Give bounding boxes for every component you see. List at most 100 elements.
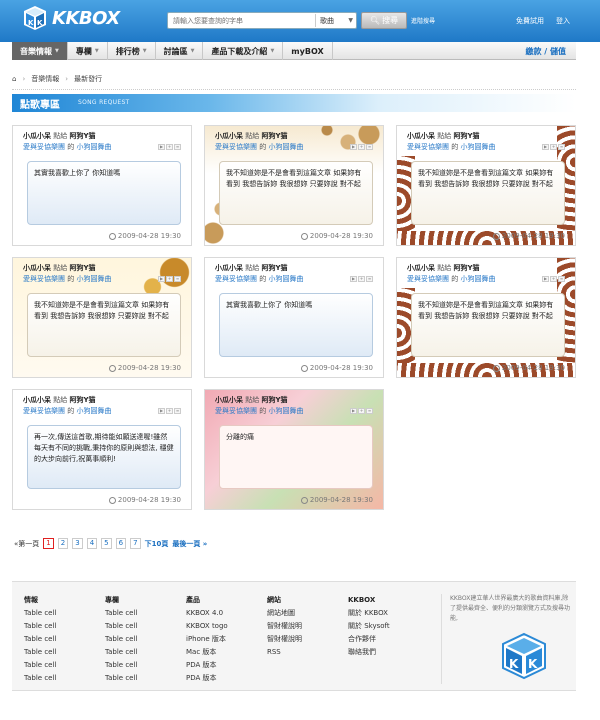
recipient-name[interactable]: 阿狗Y猫: [69, 132, 95, 140]
song-link[interactable]: 小狗圓舞曲: [76, 407, 111, 415]
recipient-name[interactable]: 阿狗Y猫: [453, 264, 479, 272]
footer-link[interactable]: Table cell: [105, 607, 137, 620]
song-link[interactable]: 小狗圓舞曲: [76, 143, 111, 151]
share-icon[interactable]: ≡: [174, 144, 181, 150]
search-button[interactable]: 🔍︎ 搜尋: [361, 12, 407, 29]
recipient-name[interactable]: 阿狗Y猫: [261, 132, 287, 140]
footer-link[interactable]: 關於 Skysoft: [348, 620, 390, 633]
payment-link[interactable]: 繳款 / 儲值: [526, 46, 567, 57]
nav-item-forum[interactable]: 討論區 ▼: [156, 42, 204, 60]
first-page-link[interactable]: «第一頁: [14, 539, 39, 549]
add-icon[interactable]: +: [358, 144, 365, 150]
artist-link[interactable]: 愛與妥協樂團: [23, 275, 65, 283]
artist-link[interactable]: 愛與妥協樂團: [407, 275, 449, 283]
footer-link[interactable]: 關於 KKBOX: [348, 607, 390, 620]
footer-link[interactable]: Table cell: [24, 659, 56, 672]
page-number[interactable]: 6: [115, 538, 127, 549]
sender-name[interactable]: 小瓜小呆: [407, 264, 435, 272]
nav-item-music-info[interactable]: 音樂情報 ▼: [12, 42, 68, 60]
recipient-name[interactable]: 阿狗Y猫: [69, 264, 95, 272]
page-number[interactable]: 3: [72, 538, 83, 549]
footer-link[interactable]: RSS: [267, 646, 302, 659]
footer-link[interactable]: Table cell: [24, 646, 56, 659]
play-icon[interactable]: ▶: [158, 144, 165, 150]
footer-link[interactable]: Table cell: [105, 672, 137, 685]
footer-link[interactable]: PDA 版本: [186, 672, 228, 685]
footer-link[interactable]: PDA 版本: [186, 659, 228, 672]
footer-link[interactable]: Table cell: [24, 607, 56, 620]
play-icon[interactable]: ▶: [158, 408, 165, 414]
sender-name[interactable]: 小瓜小呆: [215, 132, 243, 140]
recipient-name[interactable]: 阿狗Y猫: [261, 264, 287, 272]
play-icon[interactable]: ▶: [158, 276, 165, 282]
advanced-search-link[interactable]: 進階搜尋: [411, 16, 435, 25]
footer-link[interactable]: 合作夥伴: [348, 633, 390, 646]
search-type-select[interactable]: 歌曲 ▼: [315, 14, 357, 27]
page-number[interactable]: 5: [101, 538, 112, 549]
sender-name[interactable]: 小瓜小呆: [215, 264, 243, 272]
artist-link[interactable]: 愛與妥協樂團: [23, 407, 65, 415]
footer-link[interactable]: 聯絡我們: [348, 646, 390, 659]
recipient-name[interactable]: 阿狗Y猫: [69, 396, 95, 404]
footer-link[interactable]: 智財權說明: [267, 633, 302, 646]
add-icon[interactable]: +: [550, 144, 557, 150]
play-icon[interactable]: ▶: [350, 276, 357, 282]
share-icon[interactable]: ≡: [174, 276, 181, 282]
footer-link[interactable]: KKBOX 4.0: [186, 607, 228, 620]
add-icon[interactable]: +: [166, 144, 173, 150]
login-link[interactable]: 登入: [556, 16, 570, 26]
share-icon[interactable]: ≡: [366, 276, 373, 282]
share-icon[interactable]: ≡: [366, 408, 373, 414]
page-number[interactable]: 7: [130, 538, 141, 549]
footer-link[interactable]: Table cell: [24, 672, 56, 685]
footer-link[interactable]: iPhone 版本: [186, 633, 228, 646]
add-icon[interactable]: +: [358, 276, 365, 282]
share-icon[interactable]: ≡: [558, 144, 565, 150]
footer-link[interactable]: KKBOX togo: [186, 620, 228, 633]
recipient-name[interactable]: 阿狗Y猫: [261, 396, 287, 404]
song-link[interactable]: 小狗圓舞曲: [460, 275, 495, 283]
nav-item-mybox[interactable]: myBOX: [283, 42, 333, 60]
sender-name[interactable]: 小瓜小呆: [407, 132, 435, 140]
footer-link[interactable]: Table cell: [105, 620, 137, 633]
footer-link[interactable]: Table cell: [24, 633, 56, 646]
page-number[interactable]: 2: [57, 538, 69, 549]
artist-link[interactable]: 愛與妥協樂團: [215, 275, 257, 283]
footer-link[interactable]: 智財權說明: [267, 620, 302, 633]
nav-item-column[interactable]: 專欄 ▼: [68, 42, 108, 60]
share-icon[interactable]: ≡: [558, 276, 565, 282]
last-page-link[interactable]: 最後一頁 »: [172, 539, 207, 549]
artist-link[interactable]: 愛與妥協樂團: [215, 143, 257, 151]
footer-link[interactable]: Mac 版本: [186, 646, 228, 659]
sender-name[interactable]: 小瓜小呆: [23, 396, 51, 404]
artist-link[interactable]: 愛與妥協樂團: [407, 143, 449, 151]
recipient-name[interactable]: 阿狗Y猫: [453, 132, 479, 140]
sender-name[interactable]: 小瓜小呆: [215, 396, 243, 404]
add-icon[interactable]: +: [166, 276, 173, 282]
nav-item-products[interactable]: 產品下載及介紹 ▼: [203, 42, 284, 60]
search-input[interactable]: [168, 13, 313, 28]
add-icon[interactable]: +: [550, 276, 557, 282]
home-icon[interactable]: ⌂: [12, 75, 16, 83]
play-icon[interactable]: ▶: [542, 144, 549, 150]
play-icon[interactable]: ▶: [542, 276, 549, 282]
page-number[interactable]: 4: [86, 538, 98, 549]
kkbox-logo[interactable]: K K KKBOX: [22, 5, 120, 31]
share-icon[interactable]: ≡: [174, 408, 181, 414]
footer-link[interactable]: Table cell: [105, 659, 137, 672]
song-link[interactable]: 小狗圓舞曲: [460, 143, 495, 151]
artist-link[interactable]: 愛與妥協樂團: [215, 407, 257, 415]
song-link[interactable]: 小狗圓舞曲: [268, 407, 303, 415]
song-link[interactable]: 小狗圓舞曲: [76, 275, 111, 283]
footer-link[interactable]: 網站地圖: [267, 607, 302, 620]
song-link[interactable]: 小狗圓舞曲: [268, 275, 303, 283]
song-link[interactable]: 小狗圓舞曲: [268, 143, 303, 151]
footer-link[interactable]: Table cell: [105, 633, 137, 646]
add-icon[interactable]: +: [358, 408, 365, 414]
sender-name[interactable]: 小瓜小呆: [23, 132, 51, 140]
footer-link[interactable]: Table cell: [24, 620, 56, 633]
share-icon[interactable]: ≡: [366, 144, 373, 150]
play-icon[interactable]: ▶: [350, 144, 357, 150]
play-icon[interactable]: ▶: [350, 408, 357, 414]
free-trial-link[interactable]: 免費試用: [516, 16, 544, 26]
